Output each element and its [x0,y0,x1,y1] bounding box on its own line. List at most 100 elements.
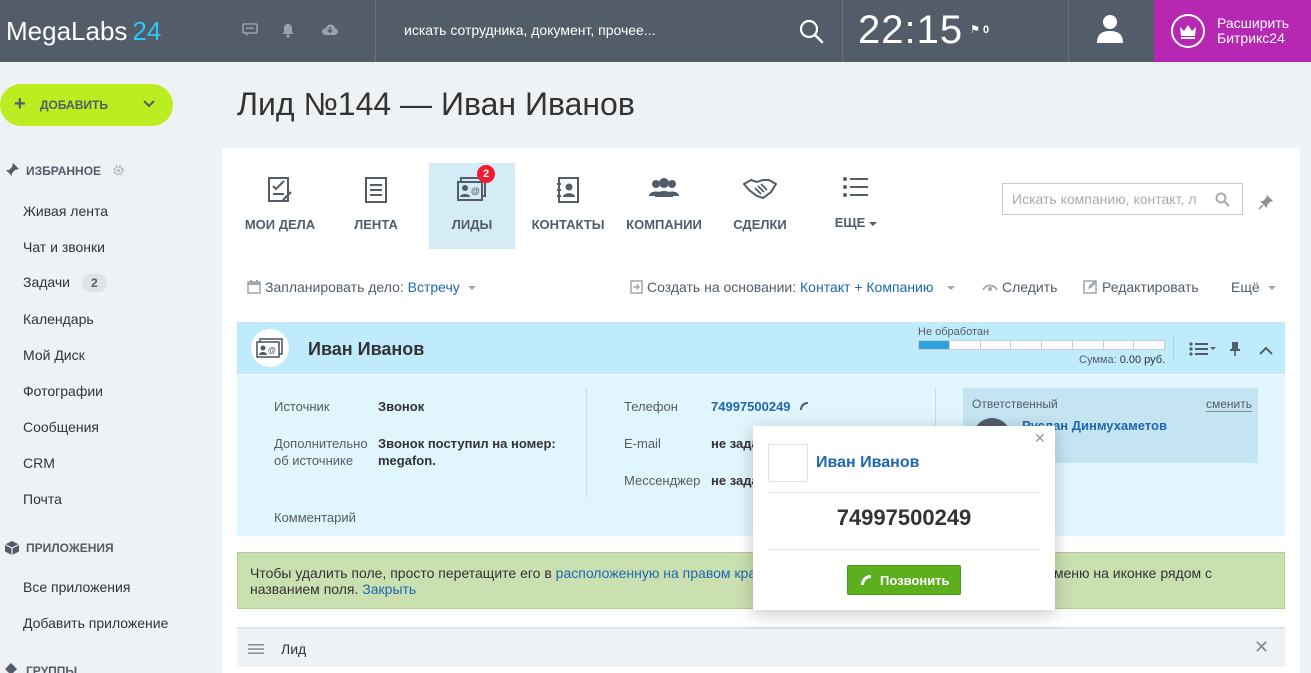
sidebar-item-calendar[interactable]: Календарь [23,311,94,327]
search-icon[interactable] [1215,192,1230,212]
divider [1173,336,1174,360]
sidebar-item-drive[interactable]: Мой Диск [23,347,85,363]
phone-value[interactable]: 74997500249 [711,398,810,416]
lead-status-progress[interactable] [918,340,1165,350]
tab-label: СДЕЛКИ [733,217,787,232]
hint-close-link[interactable]: Закрыть [362,581,416,597]
crown-icon [1171,14,1205,48]
search-icon[interactable] [798,18,824,49]
logo-number: 24 [132,16,162,46]
section-title[interactable]: Лид [281,641,306,657]
phone-number[interactable]: 74997500249 [711,399,791,414]
create-based-on-value[interactable]: Контакт + Компанию [800,279,933,295]
more-actions-button[interactable]: Ещё [1231,279,1276,295]
crm-search-input[interactable] [1003,184,1208,214]
edit-button[interactable]: Редактировать [1083,279,1199,297]
apps-section-icon [4,540,20,561]
sidebar-item-all-apps[interactable]: Все приложения [23,579,130,595]
follow-button[interactable]: Следить [982,279,1057,295]
close-icon[interactable]: ✕ [1034,430,1046,447]
sidebar-item-feed[interactable]: Живая лента [23,203,108,219]
messenger-value[interactable]: не зада [711,472,759,489]
cloud-icon[interactable] [321,23,339,39]
pin-section-icon [4,162,20,183]
phone-label: Телефон [624,399,678,414]
comment-label: Комментарий [274,510,356,525]
pin-icon[interactable] [1258,194,1274,215]
status-segment[interactable] [919,341,950,349]
clock[interactable]: 22:15 [858,8,963,53]
groups-section-title[interactable]: ГРУППЫ [26,664,77,673]
list-icon [813,176,899,203]
bell-icon[interactable] [281,23,295,41]
tasks-counter-badge: 2 [82,274,107,292]
sidebar-item-mail[interactable]: Почта [23,491,62,507]
flag-counter[interactable]: ⚑ 0 [970,23,989,36]
tab-feed[interactable]: ЛЕНТА [333,163,419,249]
status-segment[interactable] [1104,341,1135,349]
lead-status-label: Не обработан [918,326,990,338]
plan-activity-control[interactable]: Запланировать дело: Встречу [247,279,476,297]
tab-deals[interactable]: СДЕЛКИ [717,163,803,249]
tab-my-tasks[interactable]: МОИ ДЕЛА [237,163,323,249]
topbar-divider [1068,0,1069,62]
topbar-divider [375,0,376,62]
sidebar-item-tasks[interactable]: Задачи 2 [23,274,107,292]
tab-label: МОИ ДЕЛА [244,217,316,232]
apps-section-title[interactable]: ПРИЛОЖЕНИЯ [26,541,114,555]
caret-down-icon [947,286,956,291]
source-extra-label: Дополнительно об источнике [274,435,368,469]
phone-call-icon[interactable] [798,399,810,416]
favorites-section-title[interactable]: ИЗБРАННОЕ [26,164,125,180]
hint-link[interactable]: расположенную на правом кра [556,565,756,581]
sidebar-item-messages[interactable]: Сообщения [23,419,99,435]
close-icon[interactable]: ✕ [1254,637,1269,658]
upgrade-line-1: Расширить [1217,15,1290,31]
logo[interactable]: MegaLabs 24 [6,16,161,47]
tab-leads[interactable]: @ 2 ЛИДЫ [429,163,515,249]
drag-handle-icon[interactable] [248,642,264,660]
status-segment[interactable] [1042,341,1073,349]
status-segment[interactable] [981,341,1012,349]
pin-icon[interactable] [1229,341,1241,362]
lead-sum: Сумма: 0.00 руб. [1079,354,1165,366]
popup-contact-name[interactable]: Иван Иванов [816,454,919,472]
sidebar-item-photos[interactable]: Фотографии [23,383,103,399]
user-avatar-icon[interactable] [1096,14,1124,49]
source-value[interactable]: Звонок [378,398,424,415]
status-segment[interactable] [1011,341,1042,349]
create-based-on-control[interactable]: Создать на основании: Контакт + Компанию [630,279,956,297]
page-title: Лид №144 — Иван Иванов [237,86,635,122]
change-responsible-link[interactable]: сменить [1206,397,1253,412]
status-segment[interactable] [1134,341,1164,349]
add-button[interactable]: + ДОБАВИТЬ [0,84,173,126]
caret-down-icon [1267,286,1276,291]
status-segment[interactable] [1073,341,1104,349]
upgrade-button[interactable]: Расширить Битрикс24 [1154,0,1311,62]
source-extra-value[interactable]: Звонок поступил на номер: megafon. [378,435,556,469]
upgrade-label: Расширить Битрикс24 [1217,16,1289,46]
collapse-chevron-icon[interactable] [1259,343,1273,361]
global-search-input[interactable]: искать сотрудника, документ, прочее... [404,22,656,38]
tab-contacts[interactable]: КОНТАКТЫ [525,163,611,249]
list-settings-icon[interactable] [1189,341,1217,362]
tab-companies[interactable]: КОМПАНИИ [621,163,707,249]
upgrade-line-2: Битрикс24 [1217,30,1285,46]
plan-activity-value[interactable]: Встречу [408,279,460,295]
tab-label: ЛЕНТА [354,217,398,232]
sidebar-item-crm[interactable]: CRM [23,455,55,471]
sidebar-item-chat[interactable]: Чат и звонки [23,239,105,255]
top-bar: MegaLabs 24 искать сотрудника, документ, … [0,0,1311,62]
leads-badge: 2 [477,165,495,183]
edit-icon [1083,279,1098,297]
more-actions-label: Ещё [1231,279,1260,295]
create-from-icon [630,280,643,297]
gear-icon[interactable] [112,164,125,180]
sidebar-item-add-app[interactable]: Добавить приложение [23,615,168,631]
email-value[interactable]: не зада [711,435,759,452]
section-bar: Лид ✕ [237,627,1285,667]
tab-more[interactable]: ЕЩЕ [813,163,899,249]
chat-icon[interactable] [242,23,258,40]
status-segment[interactable] [950,341,981,349]
call-button[interactable]: Позвонить [847,565,961,595]
